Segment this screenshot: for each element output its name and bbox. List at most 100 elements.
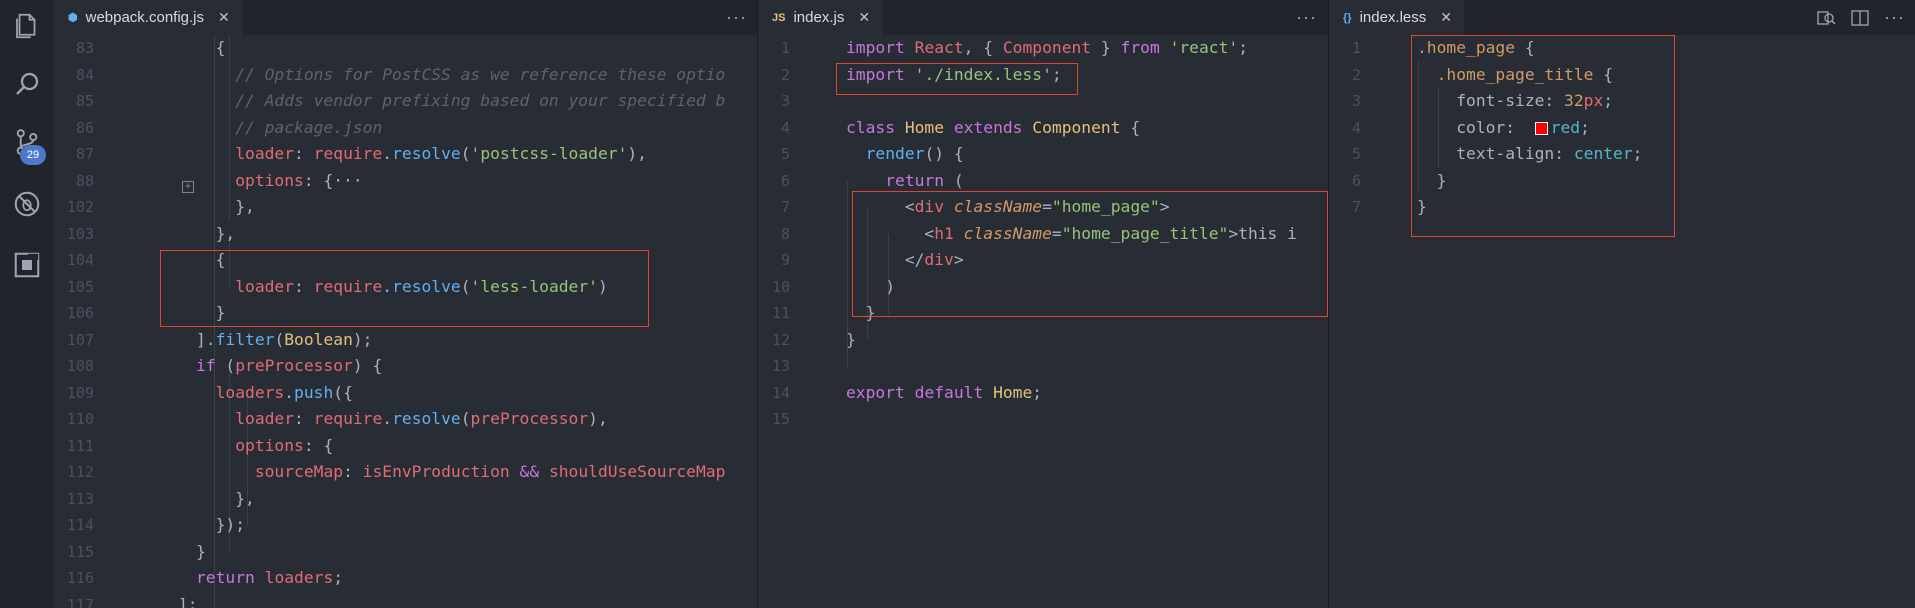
line-number: 11: [771, 304, 790, 322]
tab-label: webpack.config.js: [85, 9, 205, 26]
code-line: export default Home;: [846, 382, 1043, 402]
line-number: 1: [1351, 39, 1361, 57]
line-number: 7: [1351, 198, 1361, 216]
line-number: 85: [75, 92, 94, 110]
line-number: 103: [66, 224, 94, 243]
line-number: 4: [780, 118, 790, 137]
highlight-box: [1411, 35, 1675, 237]
code-line: class Home extends Component {: [846, 117, 1141, 137]
line-number: 10: [771, 277, 790, 296]
code-line: return loaders;: [196, 568, 344, 587]
extensions-icon[interactable]: [11, 249, 43, 281]
code-line: // Adds vendor prefixing based on your s…: [196, 91, 726, 110]
line-number: 111: [66, 436, 94, 455]
line-number: 3: [1351, 92, 1361, 110]
code-line: });: [196, 515, 246, 534]
line-number: 3: [780, 92, 790, 110]
line-number: 88: [75, 171, 94, 190]
more-actions-icon[interactable]: ···: [1296, 0, 1317, 35]
line-number: 5: [780, 145, 790, 163]
fold-expand-icon[interactable]: +: [182, 181, 194, 193]
line-number: 84: [75, 65, 94, 84]
less-file-icon: {}: [1343, 11, 1352, 24]
code-line: ];: [178, 594, 198, 608]
code-line: options: {···: [235, 170, 363, 190]
code-line: ].filter(Boolean);: [196, 329, 373, 349]
line-number: 2: [780, 65, 790, 84]
highlight-box: [836, 63, 1078, 95]
split-editor-icon[interactable]: [1850, 0, 1870, 35]
tab-bar: JS index.js ✕ ···: [758, 0, 1328, 35]
line-number: 104: [66, 251, 94, 269]
explorer-icon[interactable]: [11, 10, 43, 42]
more-actions-icon[interactable]: ···: [726, 0, 747, 35]
line-number: 5: [1351, 145, 1361, 163]
code-line: render() {: [865, 144, 964, 163]
line-number: 114: [66, 516, 94, 534]
line-number: 6: [1351, 171, 1361, 190]
code-line: }: [196, 541, 206, 561]
line-number: 116: [66, 569, 94, 587]
tab-index-less[interactable]: {} index.less ✕: [1329, 0, 1464, 35]
js-file-icon: JS: [772, 11, 786, 24]
tab-webpack-config[interactable]: ⬢ webpack.config.js ✕: [54, 0, 242, 35]
line-number: 2: [1351, 65, 1361, 84]
line-number: 110: [66, 410, 94, 428]
line-number: 6: [780, 171, 790, 190]
line-number: 115: [66, 542, 94, 561]
code-editor[interactable]: 1234567 .home_page { .home_page_title { …: [1329, 35, 1915, 608]
code-line: },: [196, 197, 255, 216]
line-number: 86: [75, 118, 94, 137]
code-editor[interactable]: 1 2 3 4 5 6 7 8 9 10 11 12 13 14 15 import React, { Co…: [758, 35, 1328, 608]
tab-label: index.less: [1359, 9, 1427, 26]
code-line: },: [196, 223, 236, 243]
line-number: 13: [771, 357, 790, 375]
code-line: import React, { Component } from 'react'…: [846, 38, 1248, 57]
highlight-box: [160, 250, 649, 327]
editor-pane-index-less: {} index.less ✕ ··· 1234567 .home_page {…: [1329, 0, 1915, 608]
code-line: sourceMap: isEnvProduction && shouldUseS…: [254, 462, 726, 481]
scm-badge: 29: [20, 145, 46, 165]
line-number: 1: [780, 39, 790, 57]
activity-bar: 29: [0, 0, 54, 608]
code-editor[interactable]: 83 84 85 86 87 88 102 103 104 105 106 107 108 109 110 1…: [54, 35, 757, 608]
tab-bar: {} index.less ✕ ···: [1329, 0, 1915, 35]
close-icon[interactable]: ✕: [858, 9, 870, 26]
code-line: },: [196, 488, 255, 508]
editor-pane-webpack: ⬢ webpack.config.js ✕ ··· 83 84 85 86 87 88 10…: [54, 0, 757, 608]
line-number: 117: [66, 595, 94, 608]
code-line: options: {: [235, 435, 334, 455]
line-number: 14: [771, 383, 790, 402]
tab-bar: ⬢ webpack.config.js ✕ ···: [54, 0, 757, 35]
code-line: loaders.push({: [215, 382, 353, 402]
code-line: // package.json: [196, 117, 383, 137]
line-number: 105: [66, 277, 94, 296]
line-number: 83: [75, 39, 94, 57]
webpack-icon: ⬢: [68, 12, 78, 24]
debug-icon[interactable]: [11, 188, 43, 220]
close-icon[interactable]: ✕: [1440, 9, 1452, 26]
more-actions-icon[interactable]: ···: [1884, 0, 1905, 35]
line-number: 109: [66, 383, 94, 402]
open-changes-icon[interactable]: [1816, 0, 1836, 35]
code-line: }: [846, 329, 856, 349]
line-number: 108: [66, 357, 94, 375]
code-line: {: [196, 38, 226, 57]
line-number: 15: [771, 410, 790, 428]
line-number: 107: [66, 330, 94, 349]
code-line: loader: require.resolve('postcss-loader'…: [235, 144, 647, 163]
highlight-box: [852, 191, 1328, 317]
search-icon[interactable]: [11, 68, 43, 100]
line-number: 4: [1351, 118, 1361, 137]
line-number: 87: [75, 145, 94, 163]
editor-pane-index-js: JS index.js ✕ ··· 1 2 3 4 5 6 7 8 9 10 11 12 13 14 15 …: [758, 0, 1328, 608]
line-number: 12: [771, 330, 790, 349]
close-icon[interactable]: ✕: [218, 9, 230, 26]
line-number: 112: [66, 463, 94, 481]
code-line: // Options for PostCSS as we reference t…: [196, 64, 726, 84]
line-number: 102: [66, 198, 94, 216]
code-line: if (preProcessor) {: [196, 356, 383, 375]
tab-index-js[interactable]: JS index.js ✕: [758, 0, 883, 35]
line-number: 113: [66, 489, 94, 508]
tab-label: index.js: [793, 9, 845, 26]
